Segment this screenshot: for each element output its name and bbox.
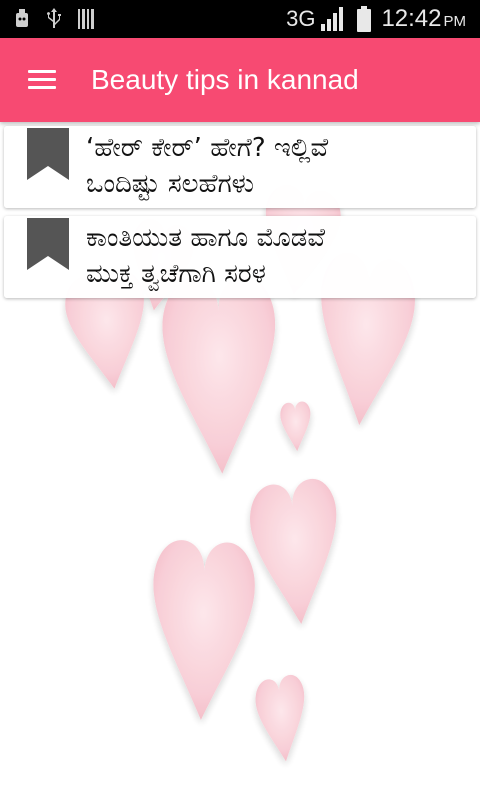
- system-status: 3G 12:42 PM: [286, 0, 466, 38]
- app-title: Beauty tips in kannad: [91, 64, 359, 95]
- heart-decoration: [150, 538, 256, 723]
- list-item-title-line2: ಮುಕ್ತ ತ್ವಚೆಗಾಗಿ ಸರಳ: [86, 259, 266, 289]
- clock-time: 12:42: [381, 5, 442, 32]
- app-toolbar: Beauty tips in kannad: [0, 38, 480, 122]
- heart-decoration: [279, 400, 313, 453]
- heart-decoration: [247, 475, 345, 631]
- list-item[interactable]: ‘ಹೇರ್ ಕೇರ್’ ಹೇಗೆ? ಇಲ್ಲಿವೆ ಒಂದಿಷ್ಟು ಸಲಹೆಗ…: [4, 126, 476, 208]
- list-item-title-line1: ಕಾಂತಿಯುತ ಹಾಗೂ ಮೊಡವೆ: [86, 223, 326, 253]
- menu-button[interactable]: [18, 58, 64, 102]
- barcode-icon: [78, 9, 94, 29]
- hamburger-icon-middle: [28, 78, 56, 81]
- notification-icons: [14, 8, 96, 30]
- clock: 12:42 PM: [381, 5, 466, 33]
- list-item-title: ‘ಹೇರ್ ಕೇರ್’ ಹೇಗೆ? ಇಲ್ಲಿವೆ ಒಂದಿಷ್ಟು ಸಲಹೆಗ…: [86, 130, 466, 202]
- signal-icon: [321, 7, 344, 31]
- network-type: 3G: [286, 6, 316, 31]
- robot-notification-icon: [16, 9, 28, 27]
- heart-decoration: [253, 672, 311, 767]
- bookmark-icon: [27, 218, 69, 270]
- bookmark-icon: [27, 128, 69, 180]
- clock-ampm: PM: [443, 13, 467, 30]
- article-list: ‘ಹೇರ್ ಕೇರ್’ ಹೇಗೆ? ಇಲ್ಲಿವೆ ಒಂದಿಷ್ಟು ಸಲಹೆಗ…: [4, 126, 476, 306]
- usb-icon: [47, 8, 61, 28]
- list-item-title: ಕಾಂತಿಯುತ ಹಾಗೂ ಮೊಡವೆ ಮುಕ್ತ ತ್ವಚೆಗಾಗಿ ಸರಳ: [86, 220, 466, 292]
- hamburger-icon: [28, 70, 56, 73]
- list-item-title-line1: ‘ಹೇರ್ ಕೇರ್’ ಹೇಗೆ? ಇಲ್ಲಿವೆ: [86, 133, 329, 163]
- hamburger-icon-bottom: [28, 86, 56, 89]
- status-bar: 3G 12:42 PM: [0, 0, 480, 38]
- list-item-title-line2: ಒಂದಿಷ್ಟು ಸಲಹೆಗಳು: [86, 169, 255, 199]
- battery-icon: [357, 6, 372, 32]
- list-item[interactable]: ಕಾಂತಿಯುತ ಹಾಗೂ ಮೊಡವೆ ಮುಕ್ತ ತ್ವಚೆಗಾಗಿ ಸರಳ: [4, 216, 476, 298]
